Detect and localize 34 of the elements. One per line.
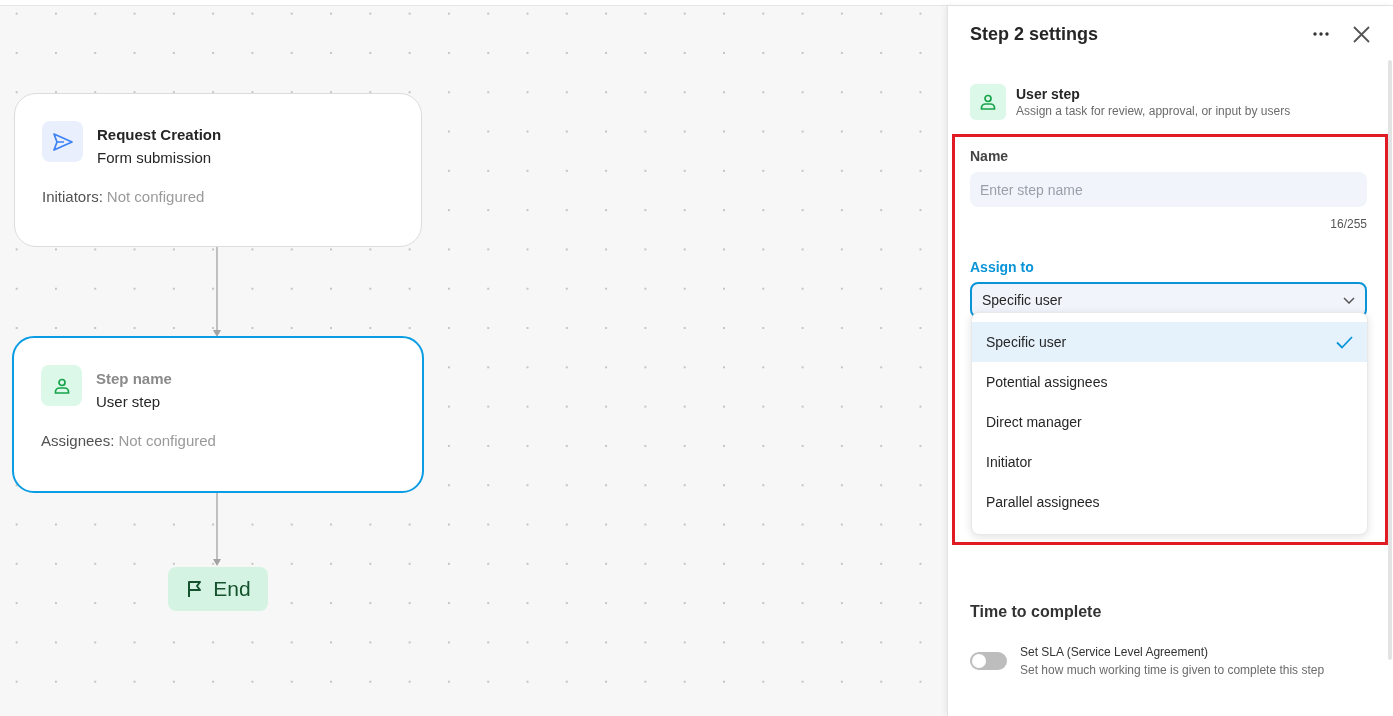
meta-label: Assignees:	[41, 431, 115, 451]
step-card[interactable]: Step name User step Assignees: Not configured	[12, 336, 424, 493]
panel-title: Step 2 settings	[970, 22, 1100, 46]
dropdown-option[interactable]: Direct manager	[972, 402, 1367, 442]
field-label: Name	[970, 147, 1010, 165]
person-icon	[978, 92, 998, 112]
step-card[interactable]: Request Creation Form submission Initiators: Not configured	[14, 93, 422, 247]
name-input-field[interactable]: Enter step name	[970, 172, 1367, 207]
sla-toggle[interactable]	[970, 652, 1007, 670]
dropdown-option[interactable]: Specific user	[972, 322, 1367, 362]
end-node[interactable]: End	[168, 567, 268, 611]
step-type-description: Assign a task for review, approval, or input by users	[1016, 102, 1291, 120]
step-subtitle: Form submission	[97, 148, 213, 168]
send-icon	[51, 131, 74, 152]
character-counter: 16/255	[1330, 216, 1367, 233]
scrollbar[interactable]	[1388, 60, 1392, 660]
dropdown-option[interactable]: Initiator	[972, 442, 1367, 482]
step-type-title: User step	[1016, 84, 1081, 103]
step-title: Step name	[96, 369, 172, 389]
close-icon[interactable]	[1353, 25, 1370, 43]
chevron-down-icon	[1343, 296, 1355, 304]
field-label: Assign to	[970, 258, 1035, 276]
dropdown-option[interactable]: Potential assignees	[972, 362, 1367, 402]
step-title: Request Creation	[97, 125, 222, 145]
more-icon[interactable]	[1313, 32, 1329, 36]
toggle-description: Set how much working time is given to complete this step	[1020, 662, 1325, 679]
step-subtitle: User step	[96, 392, 162, 412]
meta-value: Not configured	[118, 431, 216, 451]
dropdown-option[interactable]: Parallel assignees	[972, 482, 1367, 522]
check-icon	[1336, 335, 1353, 349]
meta-label: Initiators:	[42, 187, 103, 207]
section-heading: Time to complete	[970, 602, 1102, 622]
toggle-label: Set SLA (Service Level Agreement)	[1020, 644, 1210, 661]
meta-value: Not configured	[106, 187, 205, 207]
